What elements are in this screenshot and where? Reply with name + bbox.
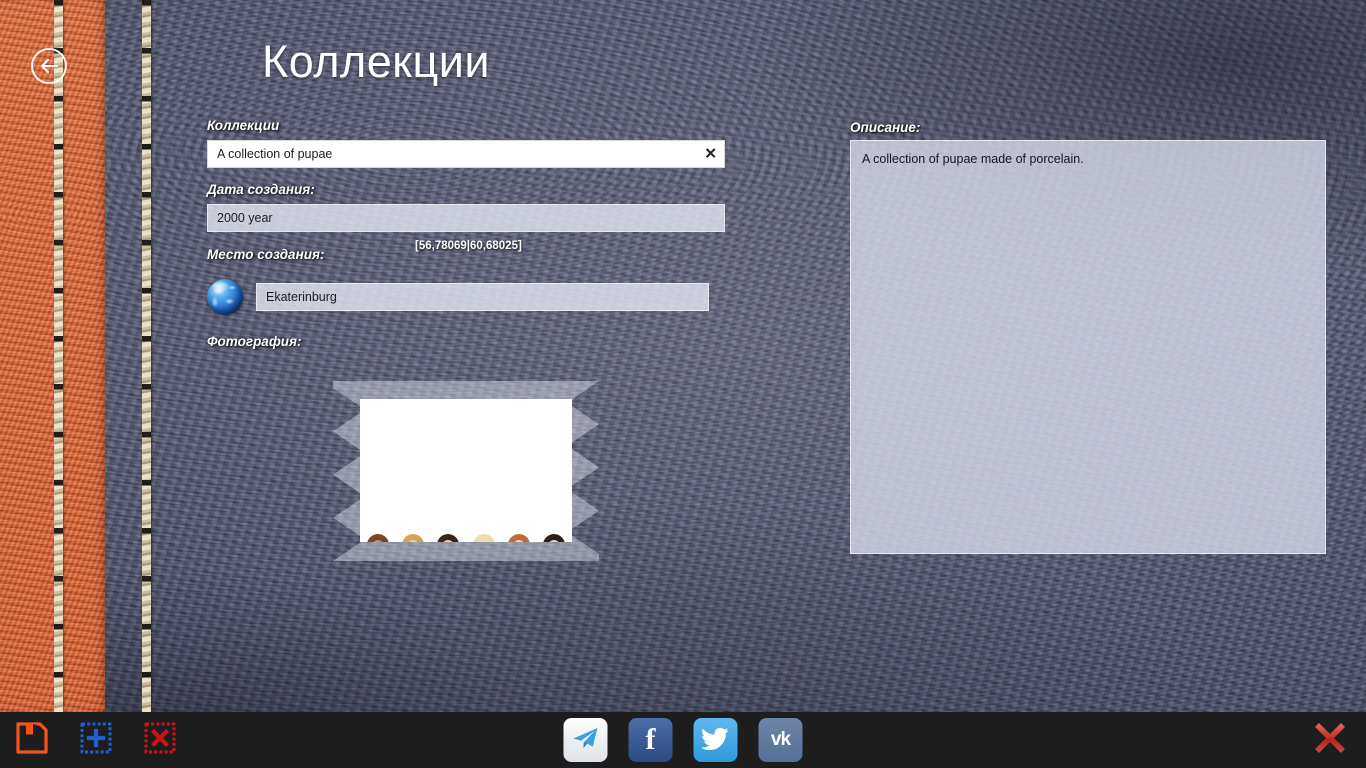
collection-name-input[interactable]: A collection of pupae ✕ [207,140,725,168]
delete-photo-icon [142,720,178,761]
place-created-input[interactable]: Ekaterinburg [256,283,709,311]
twitter-icon [701,726,730,755]
appbar-social-group: f vk [563,718,803,762]
date-created-value: 2000 year [217,211,273,225]
appbar-right-group [1308,718,1352,762]
app-root: Коллекции Коллекции A collection of pupa… [0,0,1366,768]
bottom-appbar: f vk [0,712,1366,768]
add-photo-icon [78,720,114,761]
share-vk-button[interactable]: vk [758,718,803,762]
delete-photo-button[interactable] [138,718,182,762]
telegram-icon [572,726,600,755]
appbar-left-group [10,718,182,762]
place-created-value: Ekaterinburg [266,290,337,304]
back-button[interactable] [31,48,67,84]
description-textarea[interactable]: A collection of pupae made of porcelain. [850,140,1326,554]
orange-spine [0,0,105,712]
description-label: Описание: [850,120,921,135]
dolls-image [360,399,572,542]
date-created-input[interactable]: 2000 year [207,204,725,232]
save-button[interactable] [10,718,54,762]
place-created-row: Ekaterinburg [207,279,727,315]
clear-icon[interactable]: ✕ [704,147,717,162]
page-title: Коллекции [262,36,491,87]
date-created-label: Дата создания: [207,182,315,197]
close-x-icon [1309,717,1351,764]
globe-icon[interactable] [207,279,243,315]
collection-name-value: A collection of pupae [217,147,333,161]
share-facebook-button[interactable]: f [628,718,673,762]
share-telegram-button[interactable] [563,718,608,762]
collection-name-label: Коллекции [207,118,280,133]
vk-icon: vk [770,729,791,750]
collection-photo [360,399,572,542]
stitch-seam-left [54,0,63,712]
stitch-seam-right [142,0,151,712]
facebook-icon: f [645,723,656,756]
floppy-save-icon [15,721,49,760]
photo-container[interactable] [333,381,599,561]
back-arrow-circle-icon [39,58,59,74]
collection-form: Коллекции A collection of pupae ✕ Дата с… [207,118,727,349]
add-photo-button[interactable] [74,718,118,762]
close-button[interactable] [1308,718,1352,762]
coordinates-text: [56,78069|60,68025] [415,240,522,252]
photo-label: Фотография: [207,334,302,349]
share-twitter-button[interactable] [693,718,738,762]
